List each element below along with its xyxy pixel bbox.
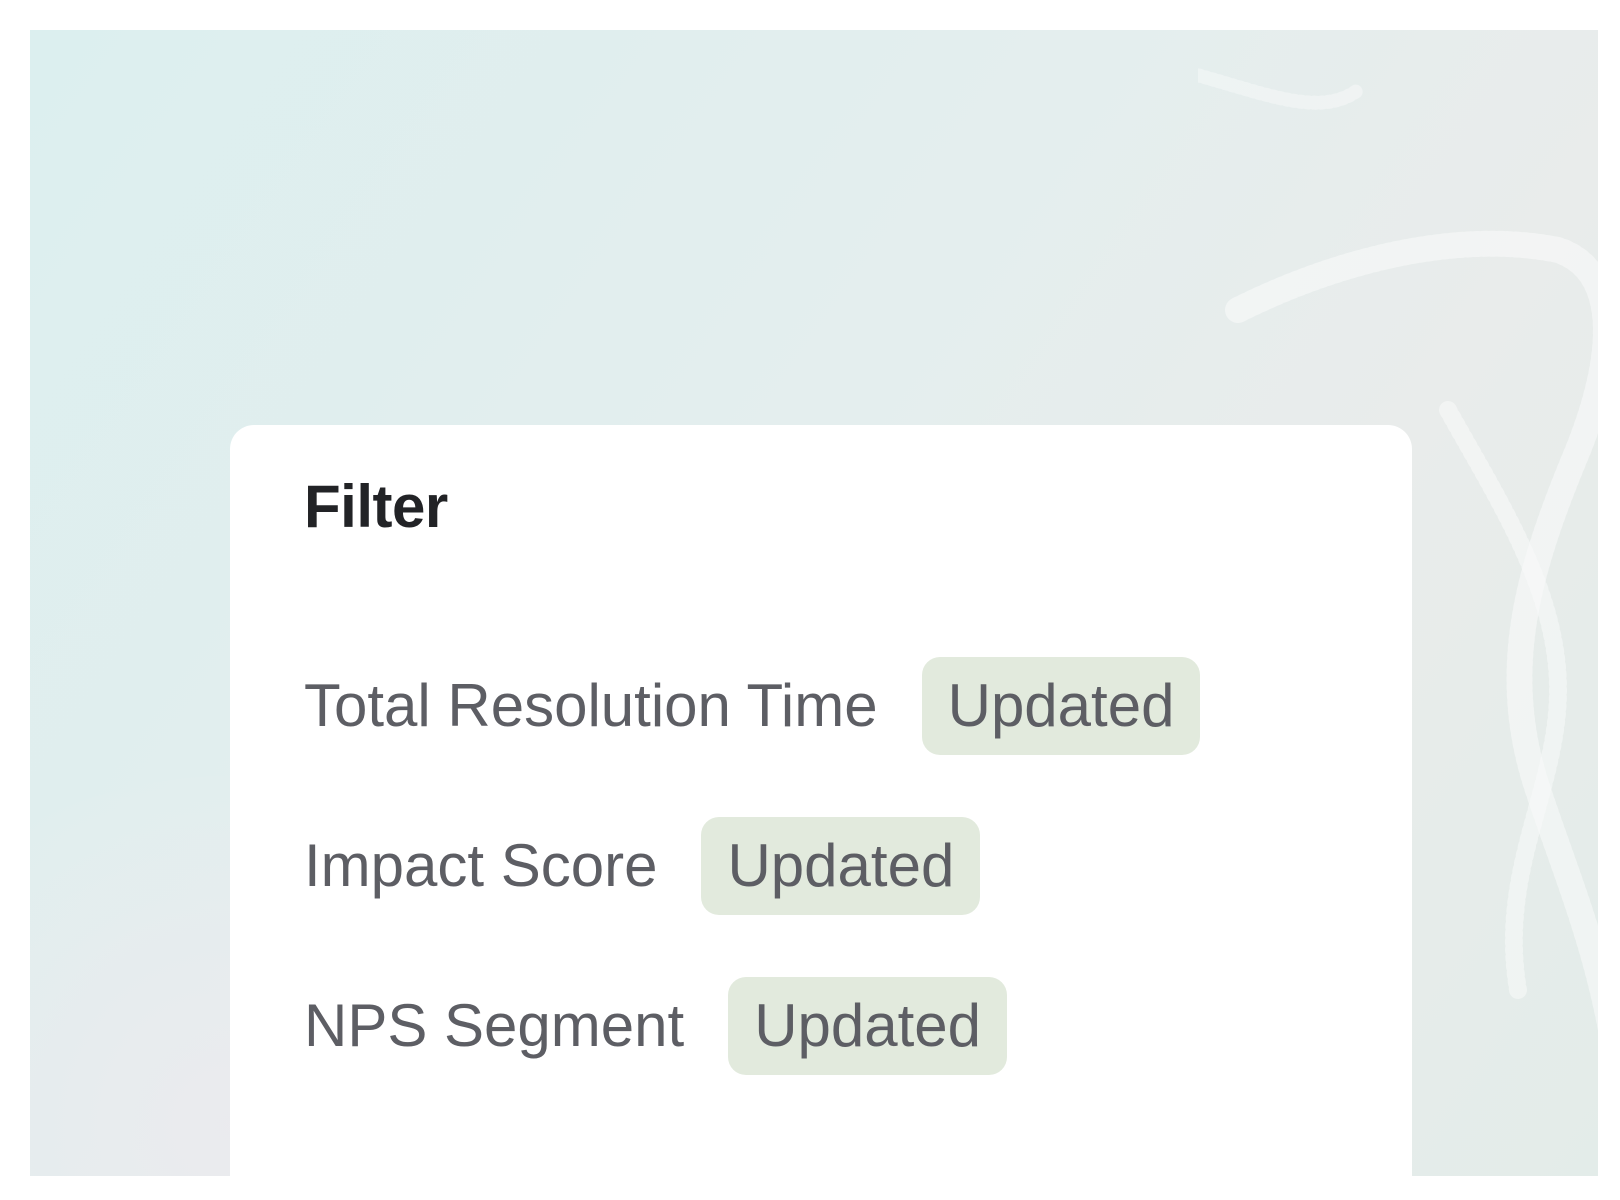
filter-row-impact-score[interactable]: Impact Score Updated (304, 817, 981, 915)
filter-row-nps-segment[interactable]: NPS Segment Updated (304, 977, 1008, 1075)
backdrop: Filter Total Resolution Time Updated Imp… (30, 30, 1598, 1176)
filter-row-total-resolution-time[interactable]: Total Resolution Time Updated (304, 657, 1201, 755)
filter-label: Total Resolution Time (304, 672, 878, 739)
filter-title: Filter (304, 473, 448, 540)
status-badge: Updated (701, 817, 981, 915)
filter-label: NPS Segment (304, 992, 685, 1059)
filter-card: Filter Total Resolution Time Updated Imp… (230, 425, 1412, 1176)
status-badge: Updated (728, 977, 1008, 1075)
filter-label: Impact Score (304, 832, 658, 899)
status-badge: Updated (921, 657, 1201, 755)
